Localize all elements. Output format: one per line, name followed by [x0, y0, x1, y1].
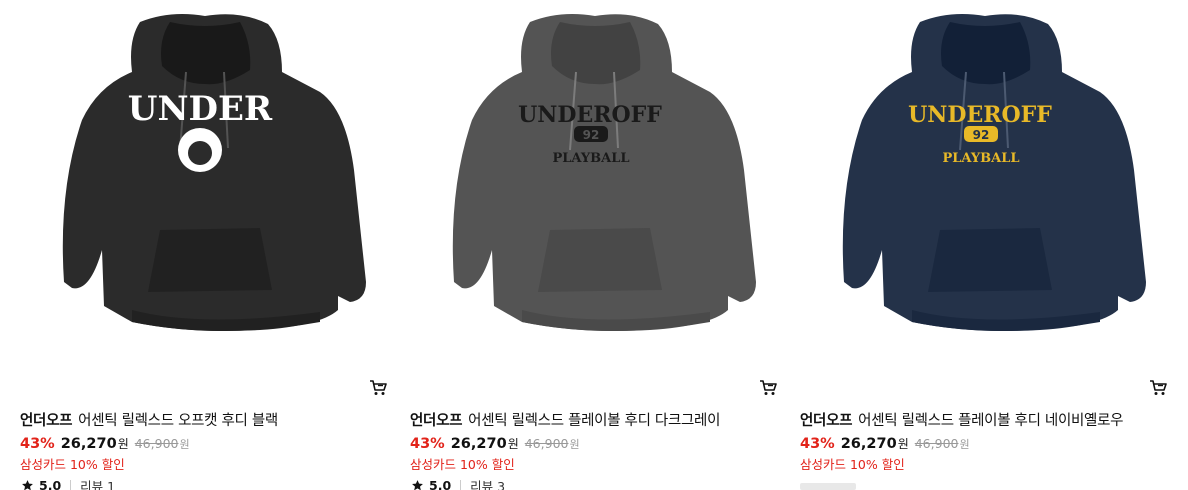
print-subtext: PLAYBALL: [943, 151, 1020, 166]
price-unit: 원: [897, 437, 909, 451]
price-row: 43% 26,270 원 46,900 원: [20, 435, 190, 452]
add-to-cart-button[interactable]: [369, 380, 387, 396]
divider: [70, 480, 72, 490]
product-name[interactable]: 어센틱 릴렉스드 오프캣 후디 블랙: [78, 413, 278, 429]
hoodie-illustration: [842, 14, 1146, 331]
star-icon: [411, 479, 424, 490]
star-icon: [21, 479, 34, 490]
discount-rate: 43%: [410, 436, 445, 452]
loading-placeholder: [800, 483, 856, 490]
product-title[interactable]: 언더오프 어센틱 릴렉스드 플레이볼 후디 네이비옐로우: [800, 409, 1123, 430]
review-count: 리뷰 1: [80, 479, 116, 490]
print-arc-text: UNDEROFF: [908, 102, 1052, 128]
product-card[interactable]: UNDER 언더오프 어센틱 릴렉스드 오프캣 후디 블랙 43% 26,270 …: [20, 0, 390, 490]
product-image[interactable]: UNDER: [20, 0, 390, 370]
product-name[interactable]: 어센틱 릴렉스드 플레이볼 후디 네이비옐로우: [858, 413, 1123, 429]
review-summary[interactable]: 5.0 리뷰 1: [21, 476, 115, 490]
print-number: 92: [583, 128, 600, 142]
card-promotion: 삼성카드 10% 할인: [800, 457, 905, 472]
rating-score: 5.0: [429, 478, 452, 490]
price-row: 43% 26,270 원 46,900 원: [410, 435, 580, 452]
card-promotion: 삼성카드 10% 할인: [410, 457, 515, 472]
hoodie-illustration: [62, 14, 367, 331]
price-row: 43% 26,270 원 46,900 원: [800, 435, 970, 452]
original-price: 46,900: [134, 436, 179, 451]
product-card[interactable]: UNDEROFF 92 PLAYBALL 언더오프 어센틱 릴렉스드 플레이볼 후디 …: [410, 0, 780, 490]
cart-icon: [760, 380, 777, 395]
sale-price: 26,270: [840, 436, 897, 452]
print-text: UNDER: [128, 89, 273, 129]
product-title[interactable]: 언더오프 어센틱 릴렉스드 플레이볼 후디 다크그레이: [410, 409, 720, 430]
product-grid: UNDER 언더오프 어센틱 릴렉스드 오프캣 후디 블랙 43% 26,270 …: [0, 0, 1188, 490]
price-unit: 원: [507, 437, 519, 451]
product-card[interactable]: UNDEROFF 92 PLAYBALL 언더오프 어센틱 릴렉스드 플레이볼 후디 …: [800, 0, 1170, 490]
brand-name[interactable]: 언더오프: [800, 413, 852, 429]
print-number: 92: [973, 128, 990, 142]
print-arc-text: UNDEROFF: [518, 102, 662, 128]
original-price-unit: 원: [179, 438, 190, 451]
product-title[interactable]: 언더오프 어센틱 릴렉스드 오프캣 후디 블랙: [20, 409, 278, 430]
add-to-cart-button[interactable]: [759, 380, 777, 396]
price-unit: 원: [117, 437, 129, 451]
product-image[interactable]: UNDEROFF 92 PLAYBALL: [800, 0, 1170, 370]
review-count: 리뷰 3: [470, 479, 506, 490]
original-price-unit: 원: [959, 438, 970, 451]
review-summary[interactable]: 5.0 리뷰 3: [411, 476, 505, 490]
brand-name[interactable]: 언더오프: [410, 413, 462, 429]
sale-price: 26,270: [60, 436, 117, 452]
discount-rate: 43%: [20, 436, 55, 452]
product-name[interactable]: 어센틱 릴렉스드 플레이볼 후디 다크그레이: [468, 413, 720, 429]
brand-name[interactable]: 언더오프: [20, 413, 72, 429]
hoodie-illustration: [452, 14, 756, 331]
discount-rate: 43%: [800, 436, 835, 452]
cart-icon: [370, 380, 387, 395]
print-subtext: PLAYBALL: [553, 151, 630, 166]
original-price: 46,900: [914, 436, 959, 451]
product-image[interactable]: UNDEROFF 92 PLAYBALL: [410, 0, 780, 370]
divider: [460, 480, 462, 490]
rating-score: 5.0: [39, 478, 62, 490]
original-price-unit: 원: [569, 438, 580, 451]
original-price: 46,900: [524, 436, 569, 451]
card-promotion: 삼성카드 10% 할인: [20, 457, 125, 472]
add-to-cart-button[interactable]: [1149, 380, 1167, 396]
cart-icon: [1150, 380, 1167, 395]
sale-price: 26,270: [450, 436, 507, 452]
